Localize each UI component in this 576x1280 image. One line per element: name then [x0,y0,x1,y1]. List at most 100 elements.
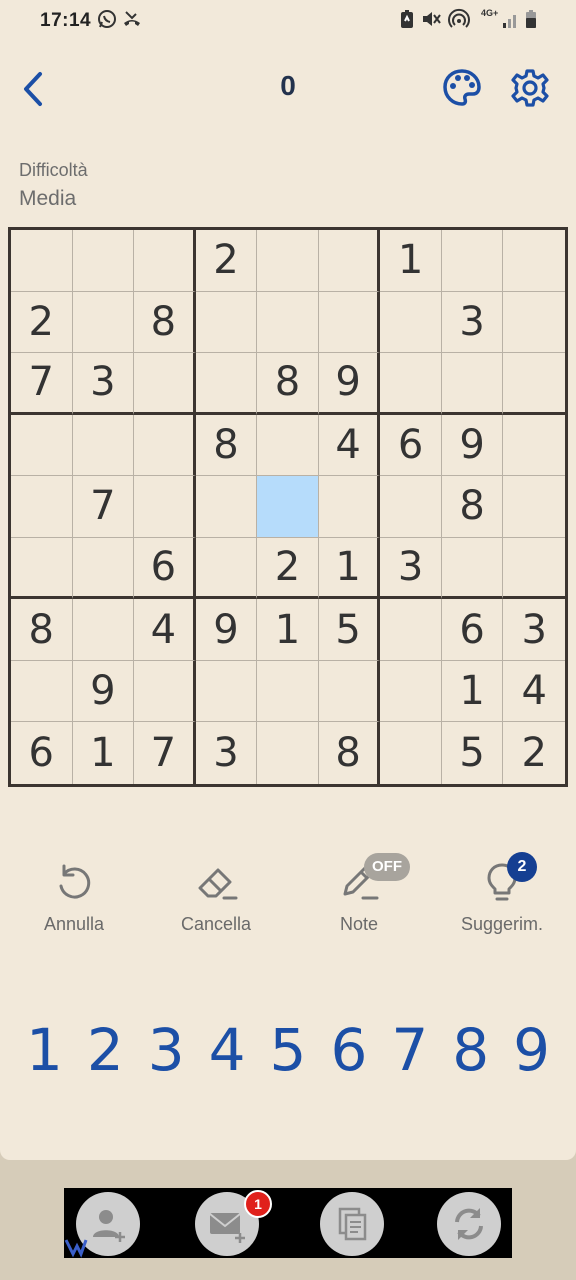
sudoku-cell[interactable]: 9 [72,660,135,723]
sudoku-cell[interactable] [134,476,196,538]
sudoku-cell[interactable] [318,476,381,538]
sudoku-cell[interactable]: 2 [257,537,319,600]
number-key-1[interactable]: 1 [14,1015,75,1085]
erase-label: Cancella [180,914,252,934]
sudoku-cell[interactable] [134,660,196,723]
sudoku-cell[interactable] [195,476,258,538]
erase-button[interactable]: Cancella [146,860,286,935]
sudoku-cell[interactable]: 3 [72,353,135,415]
sudoku-cell[interactable]: 8 [319,722,381,784]
sudoku-cell[interactable] [134,353,196,415]
sudoku-cell[interactable]: 3 [503,599,565,661]
number-key-4[interactable]: 4 [197,1015,258,1085]
sudoku-cell[interactable] [503,538,565,600]
sudoku-cell[interactable]: 3 [380,537,442,600]
sudoku-cell[interactable] [257,414,319,477]
sudoku-cell[interactable] [380,353,442,415]
sudoku-cell[interactable]: 9 [318,353,381,415]
sudoku-cell[interactable] [380,476,442,538]
sudoku-cell[interactable]: 8 [195,414,258,477]
hint-button[interactable]: Suggerim. [432,860,572,935]
sudoku-cell[interactable]: 7 [72,476,135,538]
number-key-9[interactable]: 9 [501,1015,562,1085]
sudoku-cell[interactable]: 1 [318,537,381,600]
sudoku-cell[interactable] [11,414,73,477]
sudoku-cell[interactable] [380,660,442,723]
sudoku-cell[interactable]: 4 [134,599,196,661]
sudoku-cell[interactable]: 4 [318,414,381,477]
sudoku-cell[interactable] [72,414,135,477]
sudoku-cell[interactable]: 8 [257,353,319,415]
sudoku-cell[interactable]: 8 [134,291,196,354]
number-key-3[interactable]: 3 [136,1015,197,1085]
theme-palette-button[interactable] [442,68,482,108]
sudoku-cell[interactable]: 5 [442,722,504,784]
sudoku-cell[interactable] [380,291,442,354]
sudoku-cell[interactable] [134,230,196,292]
sudoku-cell[interactable] [380,722,442,784]
back-button[interactable] [18,70,50,108]
sudoku-cell[interactable] [195,353,258,415]
sudoku-cell[interactable]: 9 [441,414,504,477]
sudoku-cell[interactable]: 3 [441,291,504,354]
sudoku-cell[interactable] [503,476,565,538]
sudoku-cell[interactable] [380,599,442,661]
sudoku-cell[interactable] [257,230,319,292]
sudoku-cell[interactable] [441,353,504,415]
sudoku-cell[interactable] [441,230,504,292]
number-key-5[interactable]: 5 [258,1015,319,1085]
sudoku-cell[interactable] [257,722,319,784]
sudoku-cell[interactable] [503,415,565,477]
number-key-8[interactable]: 8 [440,1015,501,1085]
number-key-7[interactable]: 7 [379,1015,440,1085]
settings-button[interactable] [510,68,550,108]
sudoku-cell[interactable]: 9 [195,599,258,661]
sudoku-cell[interactable] [72,291,135,354]
sudoku-cell[interactable]: 2 [11,291,73,354]
number-key-2[interactable]: 2 [75,1015,136,1085]
sudoku-cell[interactable] [257,660,319,723]
sudoku-cell[interactable] [72,230,135,292]
sudoku-cell[interactable] [11,537,73,600]
sudoku-cell[interactable]: 2 [195,230,258,292]
sudoku-cell[interactable]: 1 [380,230,442,292]
sudoku-cell[interactable] [134,414,196,477]
sudoku-cell[interactable] [11,660,73,723]
sudoku-cell[interactable]: 2 [503,722,565,784]
sudoku-cell[interactable]: 1 [73,722,135,784]
sudoku-cell[interactable]: 8 [441,476,504,538]
refresh-button[interactable] [437,1192,501,1256]
sudoku-cell[interactable] [318,230,381,292]
sudoku-cell[interactable] [195,291,258,354]
sudoku-cell[interactable] [503,353,565,415]
sudoku-cell[interactable] [318,660,381,723]
sudoku-cell[interactable]: 6 [134,537,196,600]
sudoku-cell[interactable]: 3 [196,722,258,784]
sudoku-cell[interactable] [257,291,319,354]
sudoku-cell[interactable] [195,660,258,723]
hotspot-icon [448,8,470,28]
sudoku-cell[interactable] [11,230,73,292]
sudoku-cell[interactable] [72,599,135,661]
sudoku-cell[interactable]: 1 [441,660,504,723]
sudoku-cell[interactable]: 5 [318,599,381,661]
sudoku-cell[interactable] [72,537,135,600]
sudoku-cell[interactable] [441,537,504,600]
sudoku-cell[interactable] [503,292,565,354]
sudoku-cell[interactable] [195,537,258,600]
undo-button[interactable]: Annulla [4,860,144,935]
copy-button[interactable] [320,1192,384,1256]
sudoku-cell[interactable]: 6 [11,722,73,784]
sudoku-cell[interactable]: 8 [11,599,73,661]
sudoku-cell-selected[interactable] [257,476,319,538]
sudoku-cell[interactable]: 4 [503,661,565,723]
sudoku-cell[interactable] [11,476,73,538]
sudoku-cell[interactable]: 7 [11,353,73,415]
sudoku-cell[interactable]: 6 [380,414,442,477]
sudoku-cell[interactable] [503,230,565,292]
number-key-6[interactable]: 6 [318,1015,379,1085]
sudoku-cell[interactable]: 1 [257,599,319,661]
sudoku-cell[interactable] [318,291,381,354]
sudoku-cell[interactable]: 6 [441,599,504,661]
sudoku-cell[interactable]: 7 [134,722,196,784]
